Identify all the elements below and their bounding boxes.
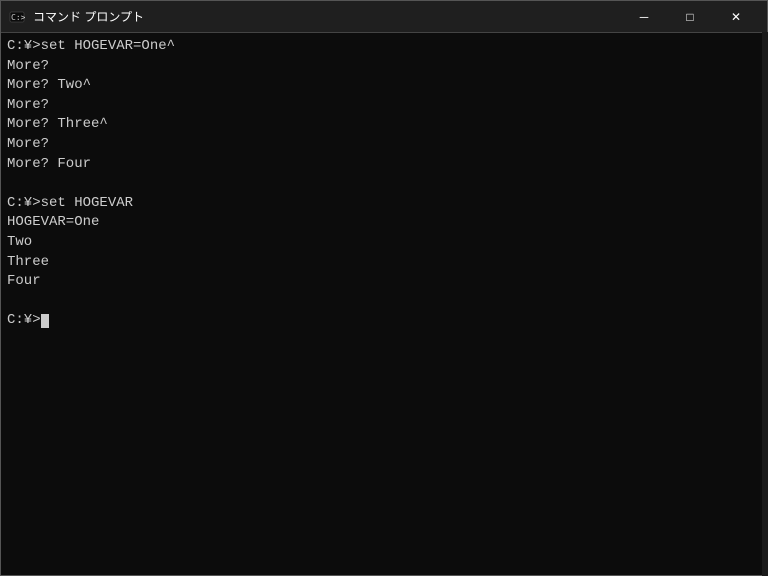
cmd-window: C:> コマンド プロンプト ─ □ ✕ C:¥>set HOGEVAR=One… xyxy=(0,0,768,576)
console-line-5: More? Three^ xyxy=(7,115,761,135)
console-line-2: More? xyxy=(7,57,761,77)
cursor xyxy=(41,314,49,328)
console-line-6: More? xyxy=(7,135,761,155)
console-output[interactable]: C:¥>set HOGEVAR=One^ More? More? Two^ Mo… xyxy=(1,33,767,575)
console-line-8 xyxy=(7,174,761,194)
console-line-13: Four xyxy=(7,272,761,292)
title-bar: C:> コマンド プロンプト ─ □ ✕ xyxy=(1,1,767,33)
console-line-10: HOGEVAR=One xyxy=(7,213,761,233)
console-line-1: C:¥>set HOGEVAR=One^ xyxy=(7,37,761,57)
maximize-button[interactable]: □ xyxy=(667,1,713,33)
console-line-3: More? Two^ xyxy=(7,76,761,96)
close-button[interactable]: ✕ xyxy=(713,1,759,33)
console-line-14 xyxy=(7,292,761,312)
window-title: コマンド プロンプト xyxy=(33,8,621,25)
window-controls: ─ □ ✕ xyxy=(621,1,759,33)
console-line-11: Two xyxy=(7,233,761,253)
console-line-15: C:¥> xyxy=(7,311,761,331)
console-line-7: More? Four xyxy=(7,155,761,175)
svg-text:C:>: C:> xyxy=(11,13,25,22)
cmd-icon: C:> xyxy=(9,9,25,25)
scrollbar[interactable] xyxy=(762,32,768,576)
console-line-4: More? xyxy=(7,96,761,116)
minimize-button[interactable]: ─ xyxy=(621,1,667,33)
console-line-12: Three xyxy=(7,253,761,273)
console-line-9: C:¥>set HOGEVAR xyxy=(7,194,761,214)
